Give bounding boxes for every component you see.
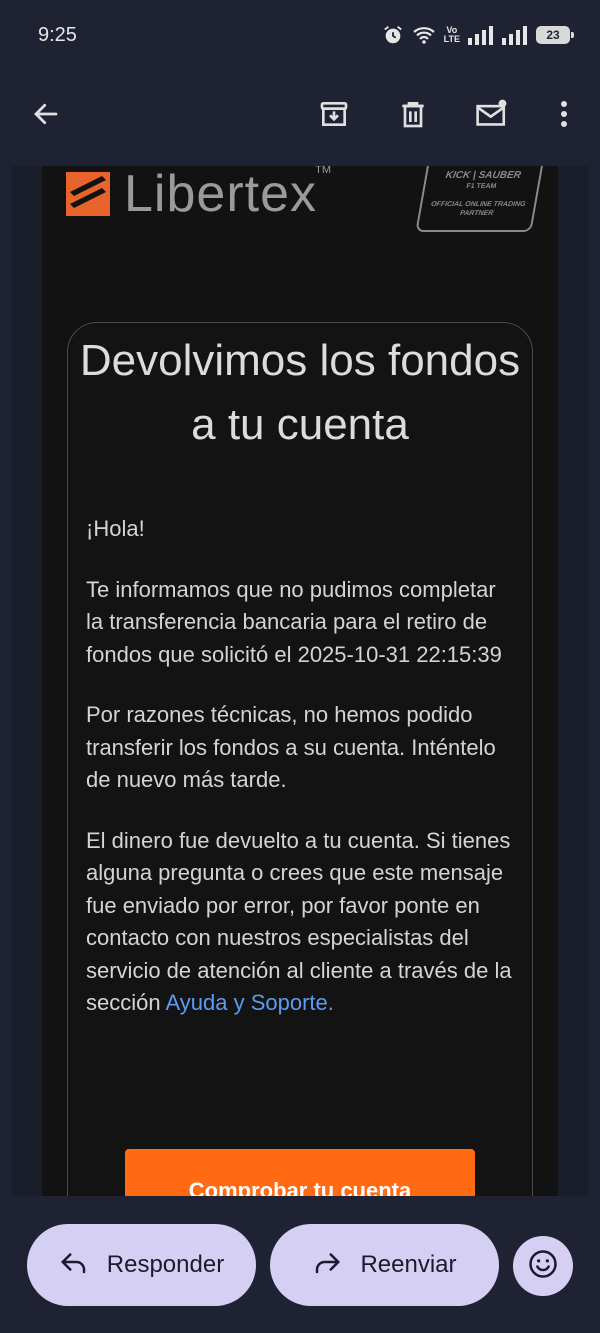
more-options-button[interactable] — [540, 92, 588, 140]
forward-button[interactable]: Reenviar — [270, 1224, 499, 1306]
archive-icon — [318, 98, 350, 135]
trash-icon — [397, 98, 429, 135]
delete-button[interactable] — [389, 92, 437, 140]
status-time: 9:25 — [38, 24, 77, 46]
greeting: ¡Hola! — [86, 516, 145, 541]
message-text: ¡Hola! Te informamos que no pudimos comp… — [86, 513, 516, 1048]
paragraph-3: El dinero fue devuelto a tu cuenta. Si t… — [86, 825, 516, 1020]
emoji-smile-icon — [528, 1249, 558, 1284]
sponsor-line2: F1 TEAM — [465, 183, 497, 190]
email-body[interactable]: Libertex TM KICK | SAUBER F1 TEAM OFFICI… — [12, 166, 588, 1196]
status-icons: Vo LTE 23 — [382, 20, 574, 50]
forward-icon — [312, 1249, 342, 1282]
arrow-left-icon — [31, 99, 61, 134]
status-bar: 9:25 Vo LTE 23 — [0, 0, 600, 70]
volte-icon: Vo LTE — [443, 25, 460, 44]
brand-name: Libertex — [124, 166, 317, 223]
signal-icon-1 — [468, 25, 494, 45]
sponsor-line3: OFFICIAL ONLINE TRADING PARTNER — [430, 201, 526, 217]
signal-icon-2 — [502, 25, 528, 45]
paragraph-3-text: El dinero fue devuelto a tu cuenta. Si t… — [86, 827, 512, 1016]
back-button[interactable] — [22, 92, 70, 140]
brand-logo: Libertex TM — [66, 166, 331, 223]
reply-button[interactable]: Responder — [27, 1224, 256, 1306]
alarm-icon — [382, 24, 404, 46]
check-account-button[interactable]: Comprobar tu cuenta — [125, 1149, 475, 1196]
battery-icon: 23 — [536, 26, 574, 44]
brand-tm: TM — [315, 166, 331, 176]
message-card: Devolvimos los fondos a tu cuenta ¡Hola!… — [67, 322, 533, 1196]
email-title: Devolvimos los fondos a tu cuenta — [79, 336, 521, 449]
paragraph-1: Te informamos que no pudimos completar l… — [86, 576, 502, 667]
email-content: Libertex TM KICK | SAUBER F1 TEAM OFFICI… — [42, 166, 558, 1196]
wifi-icon — [412, 25, 436, 45]
libertex-logo-icon — [66, 171, 110, 216]
sponsor-badge: KICK | SAUBER F1 TEAM OFFICIAL ONLINE TR… — [415, 166, 545, 232]
more-vert-icon — [559, 99, 569, 134]
sponsor-line1: KICK | SAUBER — [444, 170, 522, 181]
reply-label: Responder — [106, 1251, 225, 1278]
emoji-react-button[interactable] — [513, 1236, 573, 1296]
paragraph-2: Por razones técnicas, no hemos podido tr… — [86, 702, 496, 792]
email-toolbar — [0, 70, 600, 165]
mail-unread-icon — [475, 98, 509, 135]
bottom-action-bar: Responder Reenviar — [0, 1196, 600, 1333]
archive-button[interactable] — [310, 92, 358, 140]
forward-label: Reenviar — [360, 1251, 457, 1278]
reply-icon — [59, 1249, 89, 1282]
mark-unread-button[interactable] — [468, 92, 516, 140]
help-support-link[interactable]: Ayuda y Soporte. — [166, 990, 334, 1015]
